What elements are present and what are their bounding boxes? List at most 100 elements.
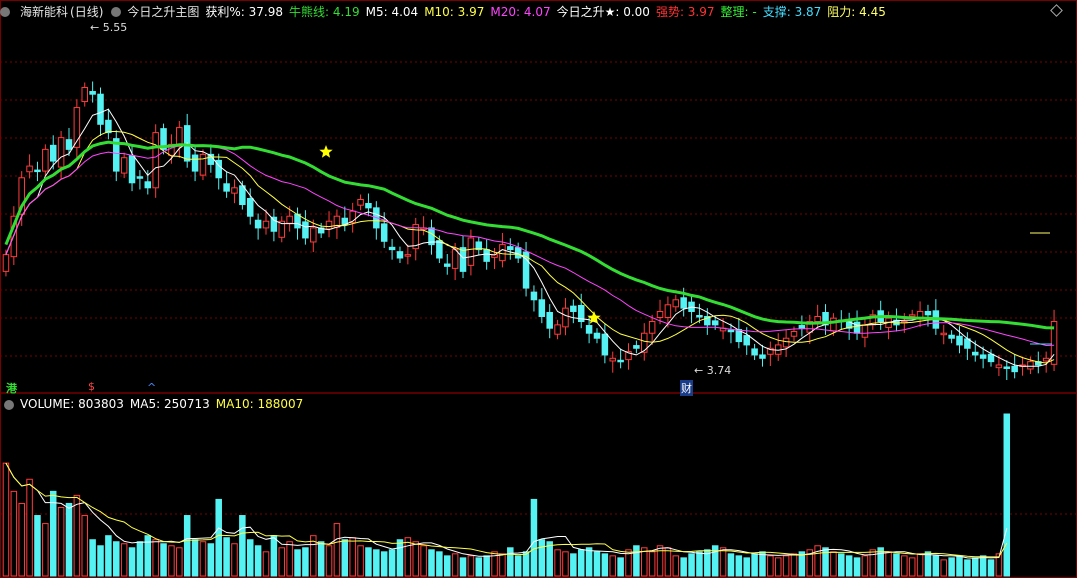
volume-bar (964, 559, 971, 577)
candle-body (633, 345, 640, 349)
candle-body (672, 299, 680, 308)
volume-bar (1003, 413, 1011, 577)
volume-values: VOLUME: 803803 MA5: 250713 MA10: 188007 (20, 397, 309, 411)
volume-bar (908, 557, 916, 577)
volume-bar (830, 551, 837, 577)
candle-body (593, 332, 601, 339)
candle-body (530, 291, 538, 301)
candle-body (357, 199, 364, 206)
candle-body (436, 240, 443, 259)
candle-body (199, 153, 207, 176)
volume-bar (396, 539, 404, 577)
volume-bar (10, 490, 18, 577)
candle-body (948, 334, 955, 339)
candle-body (231, 187, 238, 194)
volume-bar (617, 557, 624, 577)
volume-bar (751, 553, 758, 577)
volume-bar (388, 549, 396, 577)
candle-body (554, 324, 561, 335)
volume-bar (373, 549, 380, 577)
volume-bar (136, 541, 144, 577)
candle-body (995, 364, 1003, 369)
volume-bar (246, 539, 254, 577)
candle-body (648, 321, 656, 334)
volume-bar (743, 557, 750, 577)
volume-bar (664, 547, 672, 577)
candle-body (1027, 361, 1034, 370)
candle-body (664, 304, 672, 319)
volume-bar (838, 553, 845, 577)
volume-bar (901, 555, 908, 577)
candle-body (223, 183, 230, 192)
candle-body (751, 348, 758, 356)
candle-body (585, 325, 593, 334)
candle-body (396, 251, 404, 259)
volume-bar (254, 545, 262, 577)
candle-body (814, 316, 821, 323)
volume-bar (585, 547, 593, 577)
volume-bar (924, 551, 932, 577)
volume-bar (593, 551, 601, 577)
candle-body (294, 213, 301, 229)
volume-bar (2, 462, 10, 577)
candle-body (246, 197, 254, 217)
candle-body (97, 93, 104, 125)
indicator-value: 整理: - (720, 4, 757, 19)
indicator-value: 牛熊线: 4.19 (289, 4, 360, 19)
candle-body (136, 176, 144, 179)
candle-body (971, 351, 979, 356)
volume-bar (648, 551, 656, 577)
volume-bar (562, 551, 569, 577)
candle-body (830, 317, 837, 332)
candle-body (404, 254, 412, 257)
indicator-settings-icon[interactable] (111, 7, 122, 17)
candle-body (34, 169, 41, 173)
settings-circle-icon[interactable] (0, 7, 10, 17)
indicator-value: 今日之升★: 0.00 (556, 4, 650, 19)
volume-bar (522, 551, 530, 577)
volume-bar (128, 547, 136, 577)
volume-bar (278, 547, 286, 577)
volume-bar (176, 547, 183, 577)
volume-bar (782, 555, 790, 577)
indicator-value: MA10: 188007 (215, 397, 304, 411)
candle-body (617, 359, 624, 363)
volume-bar (270, 535, 278, 577)
candle-body (325, 220, 333, 230)
volume-bar (467, 555, 475, 577)
hk-connect-mark[interactable]: 港 (6, 380, 17, 396)
candle-body (499, 244, 506, 262)
event-mark[interactable]: ^ (147, 381, 156, 394)
candle-body (601, 333, 609, 356)
indicator-value: MA5: 250713 (129, 397, 210, 411)
indicator-values: 获利%: 37.98 牛熊线: 4.19 M5: 4.04 M10: 3.97 M20:… (205, 3, 891, 20)
volume-bar (507, 547, 514, 577)
volume-bar (759, 551, 766, 577)
volume-bar (302, 547, 309, 577)
candle-body (924, 310, 932, 316)
volume-bar (231, 543, 238, 577)
candle-body (656, 310, 664, 319)
candle-body (782, 337, 790, 348)
bull-bear-line (4, 140, 1055, 330)
candle-body (286, 215, 293, 224)
kline-chart[interactable] (0, 0, 1077, 578)
candle-body (680, 297, 687, 309)
candle-body (570, 305, 577, 312)
volume-bar (767, 555, 774, 577)
candle-body (908, 314, 916, 317)
finance-report-mark[interactable]: 财 (680, 380, 693, 396)
volume-bar (436, 551, 443, 577)
volume-bar (215, 498, 222, 577)
volume-bar (73, 494, 81, 577)
volume-bar (404, 537, 412, 577)
candle-body (956, 335, 963, 346)
indicator-name[interactable]: 今日之升主图 (127, 3, 199, 20)
volume-settings-icon[interactable] (4, 400, 14, 410)
volume-bar (380, 551, 388, 577)
indicator-value: 阻力: 4.45 (827, 4, 886, 19)
candle-body (105, 119, 112, 134)
volume-bar (451, 553, 459, 577)
dividend-mark[interactable]: $ (88, 380, 95, 393)
volume-bar (601, 553, 609, 577)
